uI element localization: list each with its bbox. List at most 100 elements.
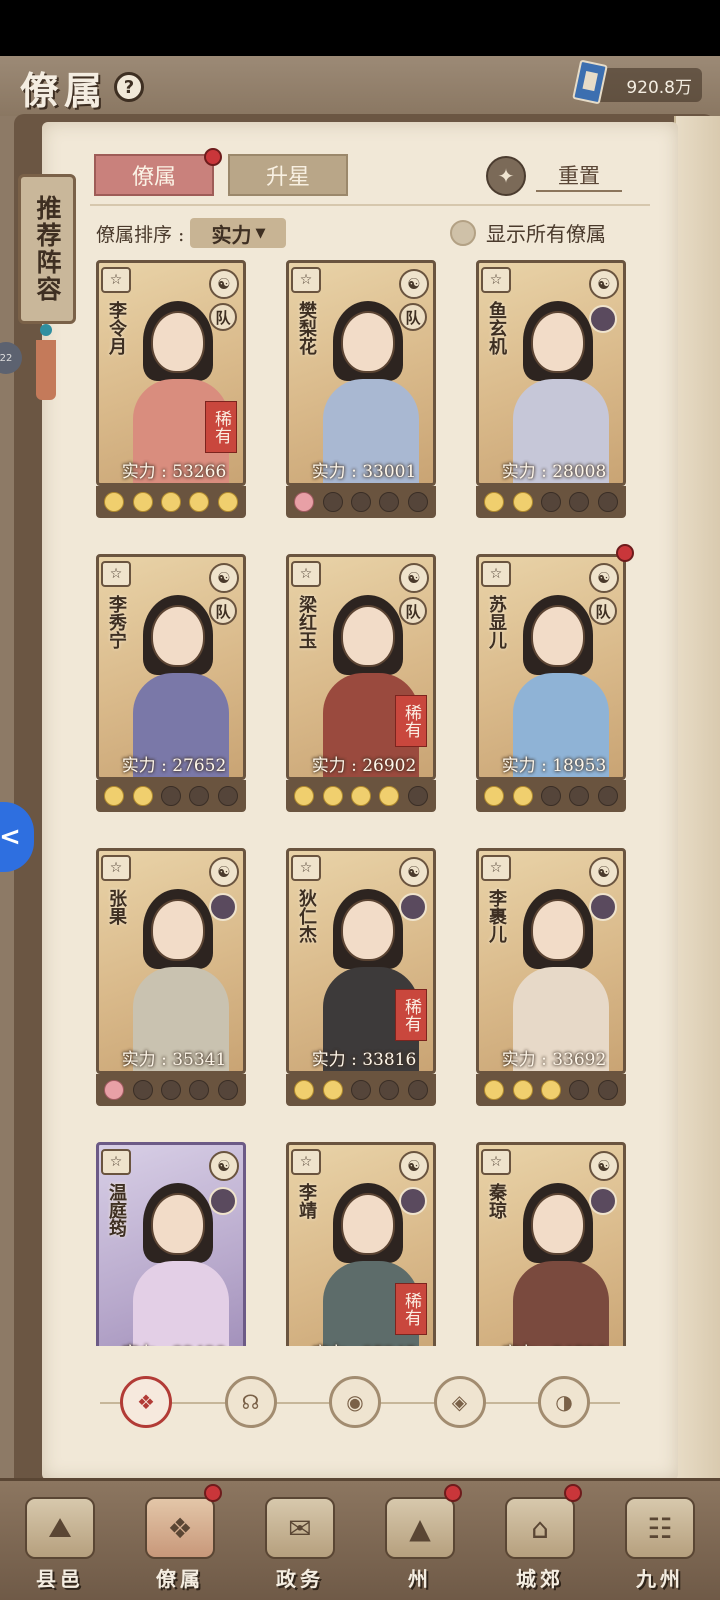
page-title: 僚属 (20, 67, 109, 113)
power-value: 实力 : 53266 (121, 462, 227, 482)
moon-star-icon (597, 492, 618, 512)
help-icon[interactable]: ? (114, 72, 145, 102)
figure-face (531, 1193, 585, 1255)
all-icon[interactable]: ❖ (120, 1376, 172, 1428)
retainer-name: 李令月 (106, 301, 127, 355)
retainer-card[interactable]: ☆ ☯ 李靖 稀有 实力 : 35245 (286, 1142, 436, 1346)
portrait-frame: ☆ ☯ 张果 实力 : 35341 (96, 848, 246, 1074)
show-all-checkbox[interactable] (450, 219, 476, 246)
show-all-toggle[interactable]: 显示所有僚属 (450, 218, 606, 247)
moon-star-icon (189, 786, 210, 806)
tab-retainers[interactable]: 僚属 (94, 148, 222, 196)
moon-star-icon (569, 1080, 590, 1100)
moon-star-icon (569, 786, 590, 806)
book-currency-icon (572, 59, 608, 105)
retainer-card[interactable]: ☆ ☯ 队 梁红玉 稀有 实力 : 26902 (286, 554, 436, 814)
attribute-icon: ☯ (209, 563, 239, 593)
bottom-nav: ⛰ 县邑 ❖ 僚属 ✉ 政务 ▲ 州 ⌂ 城郊 ☷ 九州 (0, 1478, 720, 1600)
divider (90, 204, 650, 206)
retainer-name: 温庭筠 (106, 1183, 127, 1237)
retainer-card[interactable]: ☆ ☯ 李裹儿 实力 : 33692 (476, 848, 626, 1108)
power-value: 实力 : 33001 (311, 462, 417, 482)
nav-item-scroll-fan[interactable]: ❖ 僚属 (130, 1482, 230, 1592)
moon-star-icon (512, 492, 533, 512)
retainer-name: 李靖 (296, 1183, 317, 1219)
nav-item-city-gate[interactable]: ⛰ 县邑 (10, 1482, 110, 1592)
attribute-icon: ☯ (589, 857, 619, 887)
rare-tag: 稀有 (205, 401, 237, 453)
sort-dropdown[interactable]: 实力 ▼ (190, 218, 287, 248)
retainer-name: 樊梨花 (296, 301, 317, 355)
retainer-card[interactable]: ☆ ☯ 队 樊梨花 实力 : 33001 (286, 260, 436, 520)
retainer-card[interactable]: ☆ ☯ 狄仁杰 稀有 实力 : 33816 (286, 848, 436, 1108)
team-tag: 队 (589, 597, 617, 625)
reset-label: 重置 (536, 160, 622, 192)
class-icon: ☆ (101, 855, 131, 881)
figure-face (151, 605, 205, 667)
retainer-card[interactable]: ☆ ☯ 队 李令月 稀有 实力 : 53266 (96, 260, 246, 520)
star-level-row (286, 780, 436, 812)
figure-face (151, 311, 205, 373)
status-bar (0, 0, 720, 56)
star-level-row (96, 1074, 246, 1106)
nav-item-village[interactable]: ⌂ 城郊 (490, 1482, 590, 1592)
retainer-card[interactable]: ☆ ☯ 队 苏显儿 实力 : 18953 (476, 554, 626, 814)
documents-icon: ✉ (265, 1497, 335, 1559)
class-icon: ☆ (481, 267, 511, 293)
reset-button[interactable]: ✦ 重置 (486, 156, 626, 196)
retainer-card[interactable]: ☆ ☯ 队 李秀宁 实力 : 27652 (96, 554, 246, 814)
rare-tag: 稀有 (395, 1283, 427, 1335)
page-edge (674, 116, 720, 1516)
retainer-grid: ☆ ☯ 队 李令月 稀有 实力 : 53266 ☆ ☯ 队 樊梨花 实力 : 3… (96, 260, 636, 1346)
tab-star-up[interactable]: 升星 (228, 154, 348, 196)
figure-face (151, 899, 205, 961)
moon-star-icon (484, 786, 505, 806)
figure-face (531, 311, 585, 373)
nav-item-map[interactable]: ☷ 九州 (610, 1482, 710, 1592)
class-icon: ☆ (291, 855, 321, 881)
star-level-row (96, 780, 246, 812)
nav-label: 州 (408, 1567, 432, 1591)
companion-avatar (399, 1187, 427, 1215)
moon-star-icon (160, 1080, 181, 1100)
nav-item-mountain-town[interactable]: ▲ 州 (370, 1482, 470, 1592)
power-value: 实力 : 27652 (121, 756, 227, 776)
mask-icon[interactable]: ◑ (538, 1376, 590, 1428)
power-value: 实力 : 34526 (479, 1339, 623, 1346)
star-level-row (476, 780, 626, 812)
portrait-frame: ☆ ☯ 队 李秀宁 实力 : 27652 (96, 554, 246, 780)
moon-star-icon (132, 786, 153, 806)
attribute-icon: ☯ (399, 269, 429, 299)
class-icon: ☆ (101, 1149, 131, 1175)
retainer-card[interactable]: ☆ ☯ 秦琼 实力 : 34526 (476, 1142, 626, 1346)
class-icon: ☆ (101, 561, 131, 587)
bell-icon[interactable]: ☊ (224, 1376, 277, 1428)
fan-icon[interactable]: ◈ (433, 1376, 486, 1428)
retainer-card[interactable]: ☆ ☯ 张果 实力 : 35341 (96, 848, 246, 1108)
class-icon: ☆ (291, 561, 321, 587)
figure-face (151, 1193, 205, 1255)
companion-avatar (209, 893, 237, 921)
recommended-lineup-banner[interactable]: 推荐阵容 (18, 174, 76, 324)
portrait-frame: ☆ ☯ 狄仁杰 稀有 实力 : 33816 (286, 848, 436, 1074)
class-icon: ☆ (481, 561, 511, 587)
moon-star-icon (407, 492, 428, 512)
power-value: 实力 : 18953 (501, 756, 607, 776)
companion-avatar (589, 305, 617, 333)
moon-star-icon (132, 1080, 153, 1100)
power-value: 实力 : 32429 (99, 1339, 243, 1346)
currency-display[interactable]: 920.8万 (572, 59, 702, 105)
attribute-icon: ☯ (589, 1151, 619, 1181)
class-icon: ☆ (481, 855, 511, 881)
power-value: 实力 : 33816 (311, 1050, 417, 1070)
team-tag: 队 (399, 597, 427, 625)
tab-star-up-label: 升星 (265, 165, 310, 190)
retainer-card[interactable]: ☆ ☯ 鱼玄机 实力 : 28008 (476, 260, 626, 520)
retainer-card[interactable]: ☆ ☯ 温庭筠 实力 : 32429 (96, 1142, 246, 1346)
moon-star-icon (294, 1080, 315, 1100)
gourd-icon[interactable]: ◉ (329, 1376, 381, 1428)
moon-star-icon (484, 1080, 505, 1100)
moon-star-icon (540, 1080, 561, 1100)
nav-item-documents[interactable]: ✉ 政务 (250, 1482, 350, 1592)
power-value: 实力 : 35341 (121, 1050, 227, 1070)
